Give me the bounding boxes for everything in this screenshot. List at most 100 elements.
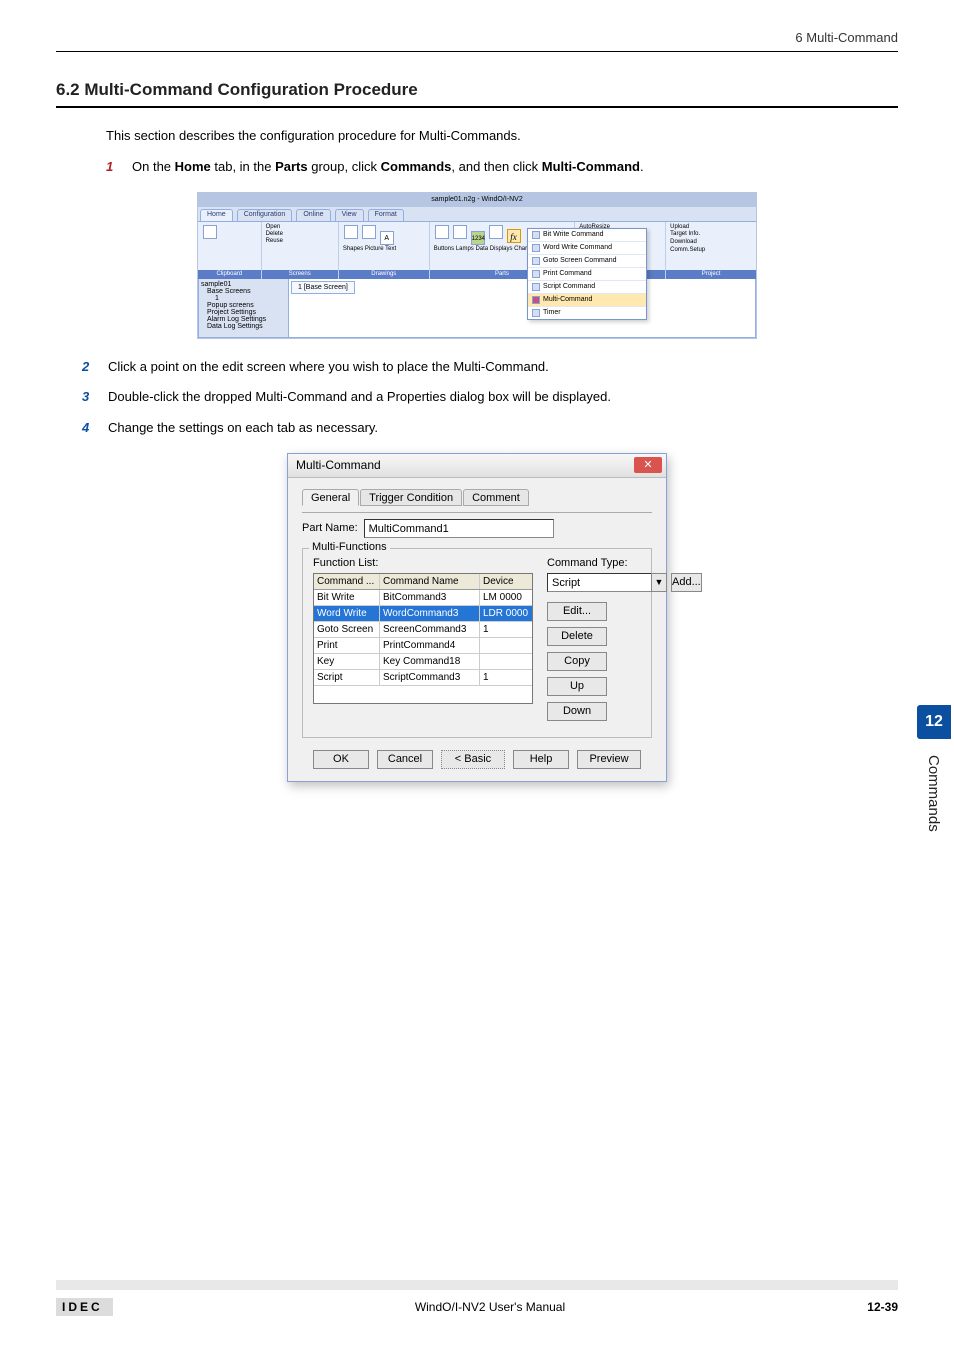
grid-header: Command ... Command Name Device [314, 574, 532, 590]
step-text: Double-click the dropped Multi-Command a… [108, 387, 611, 408]
command-type-label: Command Type: [547, 557, 695, 569]
delete-button[interactable]: Delete [547, 627, 607, 646]
page-number: 12-39 [867, 1300, 898, 1314]
dropdown-item[interactable]: Goto Screen Command [528, 255, 646, 268]
function-list-grid[interactable]: Command ... Command Name Device Bit Writ… [313, 573, 533, 704]
chapter-label: Commands [925, 755, 942, 832]
footer-manual-title: WindO/I-NV2 User's Manual [113, 1300, 868, 1314]
cancel-button[interactable]: Cancel [377, 750, 433, 769]
part-name-input[interactable]: MultiCommand1 [364, 519, 554, 538]
commands-icon[interactable]: fx [507, 229, 521, 243]
fieldset-legend: Multi-Functions [309, 541, 390, 553]
script-icon [532, 283, 540, 291]
side-chapter-tab: 12 Commands [914, 705, 954, 739]
basic-button[interactable]: < Basic [441, 750, 505, 769]
help-button[interactable]: Help [513, 750, 569, 769]
footer-bar [56, 1280, 898, 1290]
multi-command-icon [532, 296, 540, 304]
timer-icon [532, 309, 540, 317]
print-icon [532, 270, 540, 278]
step-number: 3 [82, 387, 96, 408]
footer-brand: IDEC [56, 1298, 113, 1316]
buttons-icon[interactable] [435, 225, 449, 239]
add-button[interactable]: Add... [671, 573, 702, 592]
dropdown-item[interactable]: Timer [528, 307, 646, 319]
tab-general[interactable]: General [302, 489, 359, 506]
edit-button[interactable]: Edit... [547, 602, 607, 621]
ribbon-tab-home[interactable]: Home [200, 209, 233, 221]
grid-row[interactable]: PrintPrintCommand4 [314, 638, 532, 654]
multi-functions-fieldset: Multi-Functions Function List: Command .… [302, 548, 652, 738]
dropdown-item[interactable]: Bit Write Command [528, 229, 646, 242]
grid-row[interactable]: Goto ScreenScreenCommand31 [314, 622, 532, 638]
ribbon-tab-config[interactable]: Configuration [237, 209, 293, 221]
data-icon[interactable]: 1234 [471, 231, 485, 245]
canvas-area: sample01 Base Screens 1 Popup screens Pr… [198, 278, 756, 338]
commands-dropdown: Bit Write Command Word Write Command Got… [527, 228, 647, 320]
step-2: 2 Click a point on the edit screen where… [82, 357, 898, 378]
step-text: Change the settings on each tab as neces… [108, 418, 378, 439]
multi-command-dialog: Multi-Command ✕ General Trigger Conditio… [287, 453, 667, 782]
goto-screen-icon [532, 257, 540, 265]
tab-trigger-condition[interactable]: Trigger Condition [360, 489, 462, 506]
charts-icon[interactable] [489, 225, 503, 239]
step-text: Click a point on the edit screen where y… [108, 357, 549, 378]
chevron-down-icon[interactable]: ▼ [651, 573, 667, 592]
ribbon-screenshot: sample01.n2g - WindO/I-NV2 Home Configur… [56, 192, 898, 339]
chapter-number: 12 [917, 705, 951, 739]
step-1-text: On the Home tab, in the Parts group, cli… [132, 157, 644, 178]
grid-row[interactable]: KeyKey Command18 [314, 654, 532, 670]
bit-write-icon [532, 231, 540, 239]
ribbon-tab-online[interactable]: Online [296, 209, 330, 221]
dialog-title: Multi-Command [296, 458, 381, 472]
paste-icon[interactable] [203, 225, 217, 239]
ribbon-tab-view[interactable]: View [335, 209, 364, 221]
dropdown-item[interactable]: Print Command [528, 268, 646, 281]
word-write-icon [532, 244, 540, 252]
grid-row-selected[interactable]: Word WriteWordCommand3LDR 0000 [314, 606, 532, 622]
grid-row[interactable]: Bit WriteBitCommand3LM 0000 [314, 590, 532, 606]
dialog-titlebar: Multi-Command ✕ [288, 454, 666, 478]
picture-icon[interactable] [362, 225, 376, 239]
ribbon-body: Clipboard Open Delete Reuse Screens A Sh… [198, 221, 756, 279]
command-type-select[interactable]: Script ▼ [547, 573, 667, 592]
down-button[interactable]: Down [547, 702, 607, 721]
dialog-footer-buttons: OK Cancel < Basic Help Preview [302, 750, 652, 769]
text-icon[interactable]: A [380, 231, 394, 245]
dropdown-item[interactable]: Script Command [528, 281, 646, 294]
step-3: 3 Double-click the dropped Multi-Command… [82, 387, 898, 408]
dropdown-item[interactable]: Word Write Command [528, 242, 646, 255]
part-name-label: Part Name: [302, 522, 358, 534]
section-title: 6.2 Multi-Command Configuration Procedur… [56, 80, 898, 108]
step-number: 2 [82, 357, 96, 378]
up-button[interactable]: Up [547, 677, 607, 696]
dialog-wrapper: Multi-Command ✕ General Trigger Conditio… [56, 453, 898, 782]
step-number: 4 [82, 418, 96, 439]
ribbon-tabs: Home Configuration Online View Format [198, 207, 756, 221]
copy-button[interactable]: Copy [547, 652, 607, 671]
breadcrumb: 6 Multi-Command [56, 30, 898, 45]
function-list-label: Function List: [313, 557, 533, 569]
header-rule [56, 51, 898, 52]
ribbon-group-drawings: A Shapes Picture Text Drawings [339, 222, 430, 279]
step-1: 1 On the Home tab, in the Parts group, c… [106, 157, 898, 178]
project-tree: sample01 Base Screens 1 Popup screens Pr… [199, 279, 289, 337]
ribbon-group-clipboard: Clipboard [198, 222, 262, 279]
close-icon[interactable]: ✕ [634, 457, 662, 473]
ribbon-group-project: Upload Target Info. Download Comm.Setup … [666, 222, 756, 279]
ribbon-tab-format[interactable]: Format [368, 209, 404, 221]
step-4: 4 Change the settings on each tab as nec… [82, 418, 898, 439]
step-number: 1 [106, 157, 120, 178]
tab-comment[interactable]: Comment [463, 489, 529, 506]
grid-row[interactable]: ScriptScriptCommand31 [314, 670, 532, 686]
lamps-icon[interactable] [453, 225, 467, 239]
ribbon-group-screens: Open Delete Reuse Screens [262, 222, 339, 279]
dropdown-item-multi-command[interactable]: Multi-Command [528, 294, 646, 307]
ok-button[interactable]: OK [313, 750, 369, 769]
shapes-icon[interactable] [344, 225, 358, 239]
part-name-row: Part Name: MultiCommand1 [302, 519, 652, 538]
dialog-tabs: General Trigger Condition Comment [302, 488, 652, 505]
preview-button[interactable]: Preview [577, 750, 641, 769]
ribbon-titlebar: sample01.n2g - WindO/I-NV2 [198, 193, 756, 207]
canvas-tab[interactable]: 1 [Base Screen] [291, 281, 355, 294]
